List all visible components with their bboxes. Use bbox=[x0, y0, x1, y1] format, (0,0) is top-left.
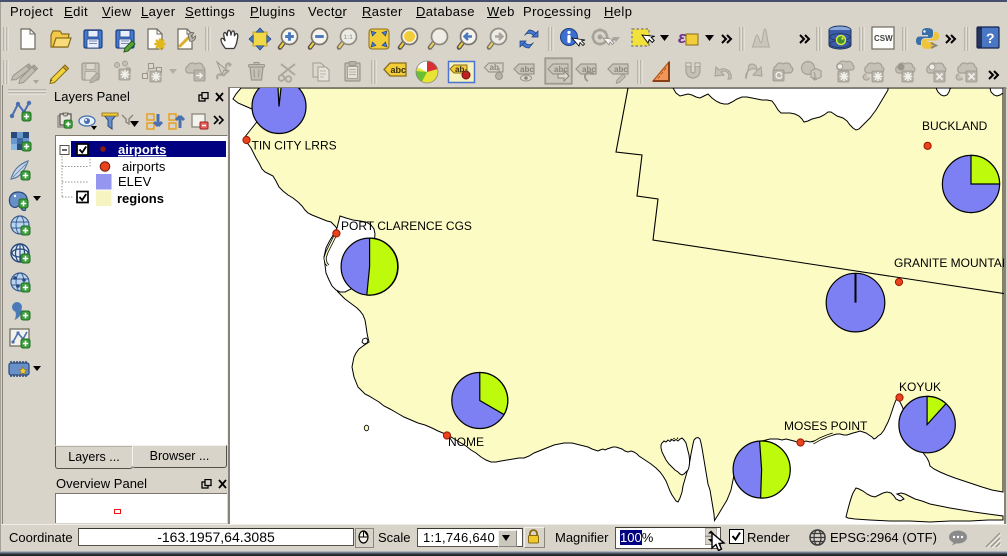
svg-text:KOYUK: KOYUK bbox=[899, 380, 941, 394]
svg-text:regions: regions bbox=[117, 191, 164, 206]
svg-text:airports: airports bbox=[118, 142, 166, 157]
svg-text:GRANITE MOUNTAIN: GRANITE MOUNTAIN bbox=[894, 256, 1004, 270]
svg-text:NOME: NOME bbox=[448, 435, 484, 449]
svg-text:PORT CLARENCE CGS: PORT CLARENCE CGS bbox=[341, 219, 472, 233]
svg-text:BUCKLAND: BUCKLAND bbox=[922, 119, 988, 133]
svg-text:MOSES POINT: MOSES POINT bbox=[784, 419, 868, 433]
svg-text:TIN CITY LRRS: TIN CITY LRRS bbox=[252, 139, 337, 153]
svg-text:1:1: 1:1 bbox=[344, 34, 354, 41]
svg-text:airports: airports bbox=[122, 159, 166, 174]
svg-text:ε: ε bbox=[678, 28, 687, 47]
svg-text:?: ? bbox=[986, 30, 995, 46]
svg-text:ab: ab bbox=[490, 63, 499, 72]
svg-text:CSW: CSW bbox=[874, 34, 893, 43]
svg-text:ELEV: ELEV bbox=[118, 174, 152, 189]
svg-text:abc: abc bbox=[391, 65, 407, 75]
